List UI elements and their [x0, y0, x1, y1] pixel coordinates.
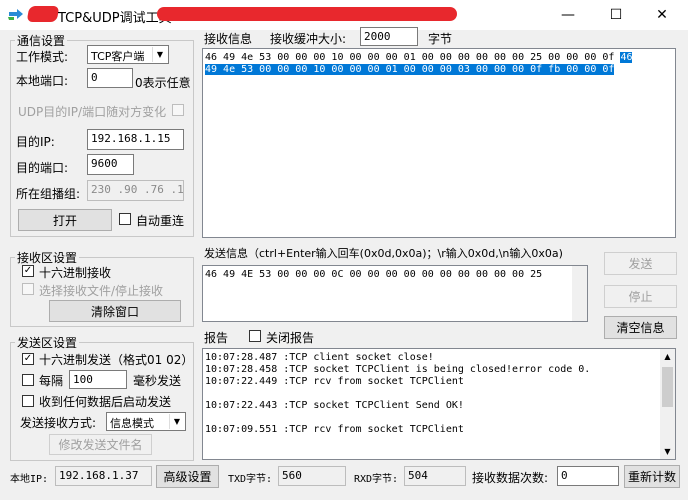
hex-recv-checkbox[interactable]: ✓ — [22, 265, 34, 277]
auto-reconnect-label: 自动重连 — [136, 214, 185, 228]
report-line — [205, 412, 673, 424]
report-line: 10:07:22.449 :TCP rcv from socket TCPCli… — [205, 376, 464, 387]
hex-send-label: 十六进制发送（格式01 02） — [39, 353, 194, 367]
rxd-value: 504 — [404, 466, 466, 486]
send-content: 46 49 4E 53 00 00 00 0C 00 00 00 00 00 0… — [205, 269, 543, 280]
recv-buffer-input[interactable]: 2000 — [360, 27, 418, 46]
send-method-select[interactable]: 信息模式 ▼ — [106, 412, 186, 431]
advanced-settings-button[interactable]: 高级设置 — [156, 465, 219, 488]
chevron-down-icon: ▼ — [169, 414, 184, 429]
report-line: 10:07:09.551 :TCP rcv from socket TCPCli… — [205, 424, 464, 435]
multicast-group-label: 所在组播组: — [16, 187, 81, 201]
clear-info-button[interactable]: 清空信息 — [604, 316, 677, 339]
window-title: TCP&UDP调试工具 — [58, 11, 172, 26]
recv-file-label: 选择接收文件/停止接收 — [39, 284, 164, 298]
app-icon — [8, 8, 24, 22]
send-button[interactable]: 发送 — [604, 252, 677, 275]
ms-label: 毫秒发送 — [133, 374, 182, 388]
periodic-send-checkbox[interactable] — [22, 374, 34, 386]
local-ip-value: 192.168.1.37 — [55, 466, 152, 486]
send-settings-legend: 发送区设置 — [17, 336, 78, 350]
clear-window-button[interactable]: 清除窗口 — [49, 300, 181, 322]
title-redaction — [26, 6, 60, 22]
minimize-button[interactable]: — — [546, 0, 590, 30]
rxd-label: RXD字节: — [354, 474, 399, 485]
hex-recv-label: 十六进制接收 — [39, 266, 112, 280]
recv-buffer-unit: 字节 — [428, 32, 453, 46]
dest-ip-label: 目的IP: — [16, 135, 55, 149]
report-line: 10:07:22.443 :TCP socket TCPClient Send … — [205, 400, 464, 411]
work-mode-label: 工作模式: — [16, 50, 69, 64]
txd-label: TXD字节: — [228, 474, 273, 485]
title-redaction-2 — [157, 7, 457, 21]
report-log-area[interactable]: 10:07:28.487 :TCP client socket close! 1… — [202, 348, 676, 460]
recv-count-value: 0 — [557, 466, 619, 486]
udp-random-checkbox[interactable] — [172, 104, 184, 116]
report-line — [205, 388, 673, 400]
dest-port-input[interactable]: 9600 — [87, 154, 134, 175]
recv-line-1: 46 49 4e 53 00 00 00 10 00 00 00 01 00 0… — [205, 52, 615, 63]
report-title: 报告 — [204, 331, 229, 345]
close-report-label: 关闭报告 — [266, 331, 315, 345]
send-on-recv-checkbox[interactable] — [22, 395, 34, 407]
dest-port-label: 目的端口: — [16, 161, 69, 175]
send-on-recv-label: 收到任何数据后启动发送 — [39, 395, 172, 409]
recv-count-label: 接收数据次数: — [472, 471, 549, 485]
send-method-value: 信息模式 — [110, 417, 154, 430]
maximize-button[interactable]: ☐ — [594, 0, 638, 30]
chevron-down-icon: ▼ — [152, 47, 167, 62]
open-button[interactable]: 打开 — [18, 209, 112, 231]
multicast-group-input[interactable]: 230 .90 .76 .1 — [87, 180, 184, 201]
send-info-title: 发送信息（ctrl+Enter输入回车(0x0d,0x0a)；\r输入0x0d,… — [204, 247, 563, 260]
stop-button[interactable]: 停止 — [604, 285, 677, 308]
txd-value: 560 — [278, 466, 346, 486]
send-area-scrollbar[interactable] — [572, 266, 587, 321]
work-mode-select[interactable]: TCP客户端 ▼ — [87, 45, 169, 64]
scroll-thumb[interactable] — [662, 367, 673, 407]
work-mode-value: TCP客户端 — [91, 50, 145, 63]
report-line: 10:07:28.487 :TCP client socket close! — [205, 352, 434, 363]
recv-buffer-label: 接收缓冲大小: — [270, 32, 347, 46]
recv-info-title: 接收信息 — [204, 32, 253, 46]
udp-random-label: UDP目的IP/端口随对方变化 — [18, 105, 167, 119]
local-port-hint: 0表示任意 — [135, 76, 191, 90]
recount-button[interactable]: 重新计数 — [624, 465, 680, 488]
recv-line-2-selected: 49 4e 53 00 00 00 10 00 00 00 01 00 00 0… — [205, 64, 615, 75]
recv-file-checkbox[interactable] — [22, 283, 34, 295]
recv-line-1-selected: 46 — [620, 52, 633, 63]
close-report-checkbox[interactable] — [249, 330, 261, 342]
report-scrollbar[interactable]: ▲ ▼ — [660, 349, 675, 459]
send-method-label: 发送接收方式: — [20, 416, 97, 430]
modify-send-file-button[interactable]: 修改发送文件名 — [49, 434, 152, 455]
report-line: 10:07:28.458 :TCP socket TCPClient is be… — [205, 364, 591, 375]
auto-reconnect-checkbox[interactable] — [119, 213, 131, 225]
recv-data-area[interactable]: 46 49 4e 53 00 00 00 10 00 00 00 01 00 0… — [202, 48, 676, 238]
interval-input[interactable]: 100 — [69, 370, 127, 389]
dest-ip-input[interactable]: 192.168.1.15 — [87, 129, 184, 150]
local-port-label: 本地端口: — [16, 74, 69, 88]
comm-settings-legend: 通信设置 — [17, 34, 66, 48]
scroll-down-icon[interactable]: ▼ — [660, 444, 675, 459]
close-button[interactable]: ✕ — [640, 0, 684, 30]
scroll-up-icon[interactable]: ▲ — [660, 349, 675, 364]
hex-send-checkbox[interactable]: ✓ — [22, 353, 34, 365]
send-data-area[interactable]: 46 49 4E 53 00 00 00 0C 00 00 00 00 00 0… — [202, 265, 588, 322]
local-port-input[interactable]: 0 — [87, 68, 133, 88]
local-ip-label: 本地IP: — [10, 474, 49, 485]
every-label: 每隔 — [39, 374, 64, 388]
